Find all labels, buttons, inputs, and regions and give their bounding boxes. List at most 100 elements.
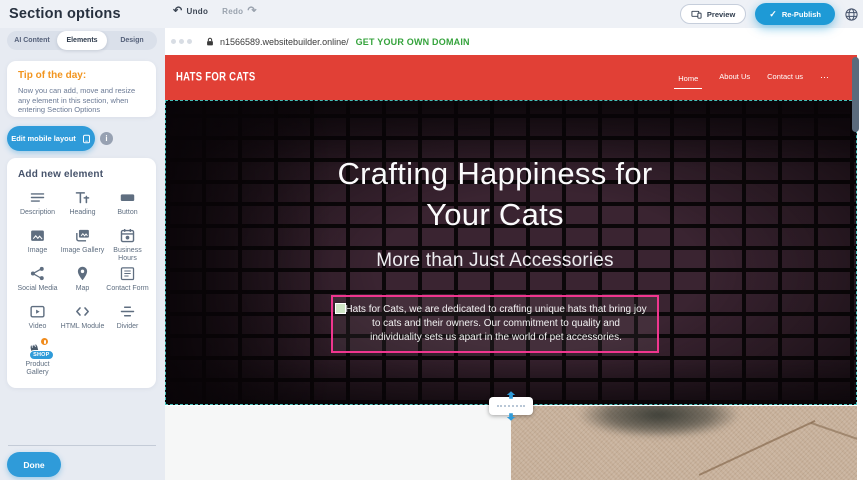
undo-label: Undo	[187, 7, 209, 16]
preview-button[interactable]: Preview	[680, 4, 746, 24]
element-item-product-gallery[interactable]: SHOP Product Gallery	[15, 340, 60, 378]
hero-paragraph: Hats for Cats, we are dedicated to craft…	[345, 303, 647, 345]
element-grid: Description Heading Button Image	[15, 188, 150, 378]
element-item-divider[interactable]: Divider	[105, 302, 150, 340]
redo-icon: ↷	[247, 6, 257, 17]
element-label: Image Gallery	[61, 247, 105, 255]
social-media-icon	[29, 264, 46, 283]
hero-section[interactable]: Crafting Happiness for Your Cats More th…	[165, 100, 857, 405]
site-url: n1566589.websitebuilder.online/	[220, 37, 349, 47]
element-label: Image	[28, 247, 47, 255]
element-label: Product Gallery	[16, 361, 60, 377]
element-item-description[interactable]: Description	[15, 188, 60, 226]
html-module-icon	[74, 302, 91, 321]
element-item-social-media[interactable]: Social Media	[15, 264, 60, 302]
hero-heading-line1: Crafting Happiness for	[166, 153, 824, 194]
floor-crack-line	[811, 422, 857, 440]
sidebar-tabbar: AI Content Elements Design	[7, 31, 157, 50]
element-item-heading[interactable]: Heading	[60, 188, 105, 226]
description-icon	[29, 188, 46, 207]
hero-heading-line2: Your Cats	[166, 194, 824, 235]
edit-mobile-label: Edit mobile layout	[11, 134, 76, 143]
heading-icon	[74, 188, 91, 207]
element-item-button[interactable]: Button	[105, 188, 150, 226]
browser-dots-icon	[171, 39, 192, 44]
element-item-html-module[interactable]: HTML Module	[60, 302, 105, 340]
done-button[interactable]: Done	[7, 452, 61, 477]
next-section-blank	[165, 406, 511, 480]
undo-icon: ↶	[173, 6, 183, 17]
topbar-actions: Preview ✓ Re-Publish	[680, 3, 859, 25]
nav-more-icon[interactable]: ⋯	[820, 72, 829, 83]
redo-button[interactable]: Redo ↷	[222, 6, 257, 17]
element-label: Business Hours	[106, 247, 150, 263]
cat-shadow	[579, 406, 739, 438]
contact-form-icon	[119, 264, 136, 283]
site-header: HATS FOR CATS Home About Us Contact us ⋯	[165, 55, 857, 100]
element-label: Description	[20, 209, 55, 217]
add-new-element-card: Add new element Description Heading Butt…	[7, 158, 156, 388]
element-label: Divider	[117, 323, 139, 331]
element-item-video[interactable]: Video	[15, 302, 60, 340]
hero-content: Crafting Happiness for Your Cats More th…	[166, 101, 824, 353]
scrollbar-thumb[interactable]	[852, 57, 859, 132]
phone-icon	[82, 132, 91, 146]
tip-heading: Tip of the day:	[18, 70, 145, 81]
element-item-image[interactable]: Image	[15, 226, 60, 264]
lock-icon	[205, 37, 215, 47]
element-item-business-hours[interactable]: Business Hours	[105, 226, 150, 264]
site-logo[interactable]: HATS FOR CATS	[176, 71, 256, 85]
hero-subheading: More than Just Accessories	[166, 250, 824, 272]
edit-mobile-layout-button[interactable]: Edit mobile layout	[7, 126, 95, 151]
topbar: Section options ↶ Undo Redo ↷ Preview ✓ …	[0, 0, 863, 28]
video-icon	[29, 302, 46, 321]
site-nav: Home About Us Contact us ⋯	[674, 55, 829, 100]
next-section-image	[511, 406, 857, 480]
sidebar: AI Content Elements Design Tip of the da…	[0, 28, 165, 480]
new-badge-icon	[40, 337, 49, 346]
section-resize-handle[interactable]	[489, 397, 533, 415]
image-icon	[29, 226, 46, 245]
arrow-up-icon	[506, 391, 516, 399]
arrow-down-icon	[506, 413, 516, 421]
undo-button[interactable]: ↶ Undo	[173, 6, 208, 17]
map-icon	[74, 264, 91, 283]
nav-item-home[interactable]: Home	[674, 74, 702, 89]
preview-label: Preview	[707, 10, 735, 19]
element-item-map[interactable]: Map	[60, 264, 105, 302]
tab-design[interactable]: Design	[107, 31, 157, 50]
republish-label: Re-Publish	[782, 10, 821, 19]
tab-elements[interactable]: Elements	[57, 31, 107, 50]
site-preview: n1566589.websitebuilder.online/ GET YOUR…	[165, 28, 857, 480]
globe-icon	[844, 7, 859, 22]
element-label: Heading	[69, 209, 95, 217]
browser-bar: n1566589.websitebuilder.online/ GET YOUR…	[165, 28, 857, 55]
devices-icon	[691, 9, 702, 20]
shop-tag: SHOP	[29, 350, 53, 360]
republish-button[interactable]: ✓ Re-Publish	[755, 3, 835, 25]
selection-handle[interactable]	[335, 303, 346, 314]
element-label: Contact Form	[106, 285, 148, 293]
button-icon	[119, 188, 136, 207]
element-label: Button	[117, 209, 137, 217]
sidebar-divider	[8, 445, 156, 446]
nav-item-about-us[interactable]: About Us	[719, 72, 750, 83]
divider-icon	[119, 302, 136, 321]
element-label: Map	[76, 285, 90, 293]
add-element-heading: Add new element	[18, 169, 156, 180]
element-label: Social Media	[17, 285, 57, 293]
page-title: Section options	[9, 6, 121, 22]
tab-ai-content[interactable]: AI Content	[7, 31, 57, 50]
info-icon[interactable]: i	[100, 132, 113, 145]
product-gallery-icon: SHOP	[26, 340, 50, 359]
element-item-contact-form[interactable]: Contact Form	[105, 264, 150, 302]
image-gallery-icon	[74, 226, 91, 245]
get-domain-link[interactable]: GET YOUR OWN DOMAIN	[356, 37, 470, 47]
nav-item-contact-us[interactable]: Contact us	[767, 72, 803, 83]
element-item-image-gallery[interactable]: Image Gallery	[60, 226, 105, 264]
tip-of-the-day-card: Tip of the day: Now you can add, move an…	[7, 61, 156, 117]
language-globe-button[interactable]	[844, 7, 859, 22]
undo-redo-group: ↶ Undo Redo ↷	[173, 6, 257, 17]
element-label: Video	[29, 323, 47, 331]
hero-text-box[interactable]: Hats for Cats, we are dedicated to craft…	[331, 295, 659, 353]
